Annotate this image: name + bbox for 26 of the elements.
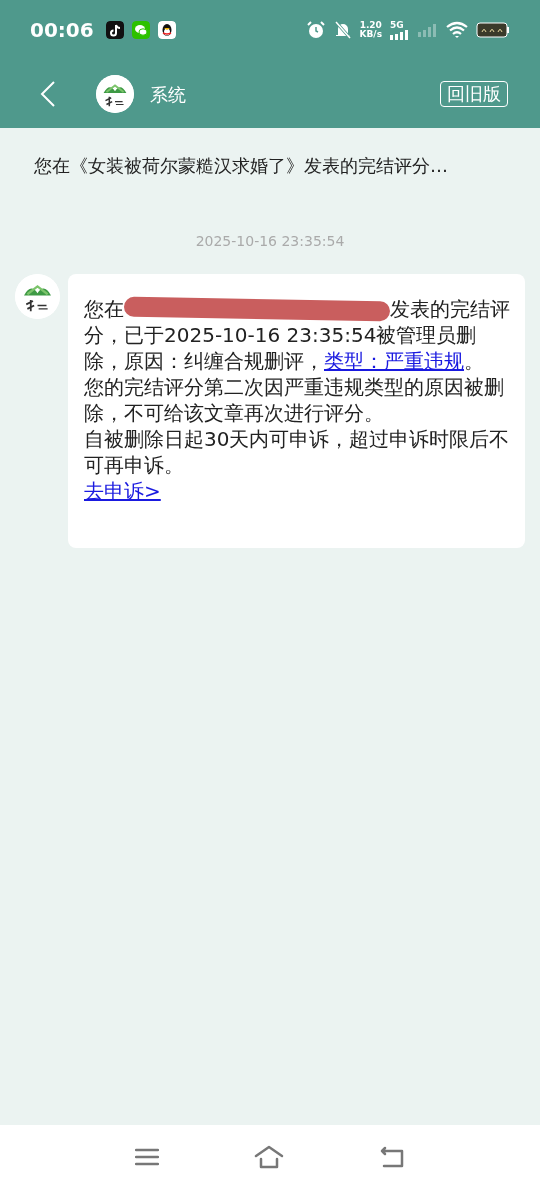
message-text: 您的完结评分第二次因严重违规类型的原因被删除，不可给该文章再次进行评分。 — [84, 374, 505, 426]
alarm-icon — [305, 20, 326, 40]
muted-bell-icon — [333, 20, 352, 40]
speed-unit: KB/s — [359, 30, 382, 39]
battery-icon — [476, 22, 510, 38]
wifi-icon — [446, 21, 468, 39]
network-speed: 1.20 — [359, 21, 382, 30]
message-text: 自被删除日起30天内可申诉，超过申诉时限后不可再申诉。 — [84, 426, 511, 478]
network-type: 5G — [390, 20, 405, 30]
avatar-icon — [96, 75, 134, 113]
timestamp: 2025-10-16 23:35:54 — [194, 232, 346, 251]
link[interactable]: 类型：严重违规 — [324, 349, 464, 373]
notice-text: 您在《女装被荷尔蒙糙汉求婚了》发表的完结评分… — [33, 154, 449, 178]
signal-icon — [418, 23, 438, 37]
appeal-link[interactable]: 去申诉> — [84, 479, 161, 503]
penguin-icon — [157, 21, 176, 39]
chat-bubble-icon — [131, 21, 150, 39]
clock-time: 00:06 — [30, 17, 94, 44]
message-text: 您在 发表的完结评分，已于2025-10-16 23:35:54被管理员删除，原因：纠缠合规删评，类型：严重违规。 — [84, 296, 511, 374]
back-icon — [40, 80, 56, 108]
home-icon[interactable] — [254, 1144, 284, 1169]
music-note-icon — [105, 21, 124, 39]
menu-icon[interactable] — [135, 1146, 159, 1167]
page-title: 系统 — [150, 82, 186, 107]
back-icon[interactable] — [379, 1145, 405, 1168]
signal-icon — [390, 29, 410, 40]
